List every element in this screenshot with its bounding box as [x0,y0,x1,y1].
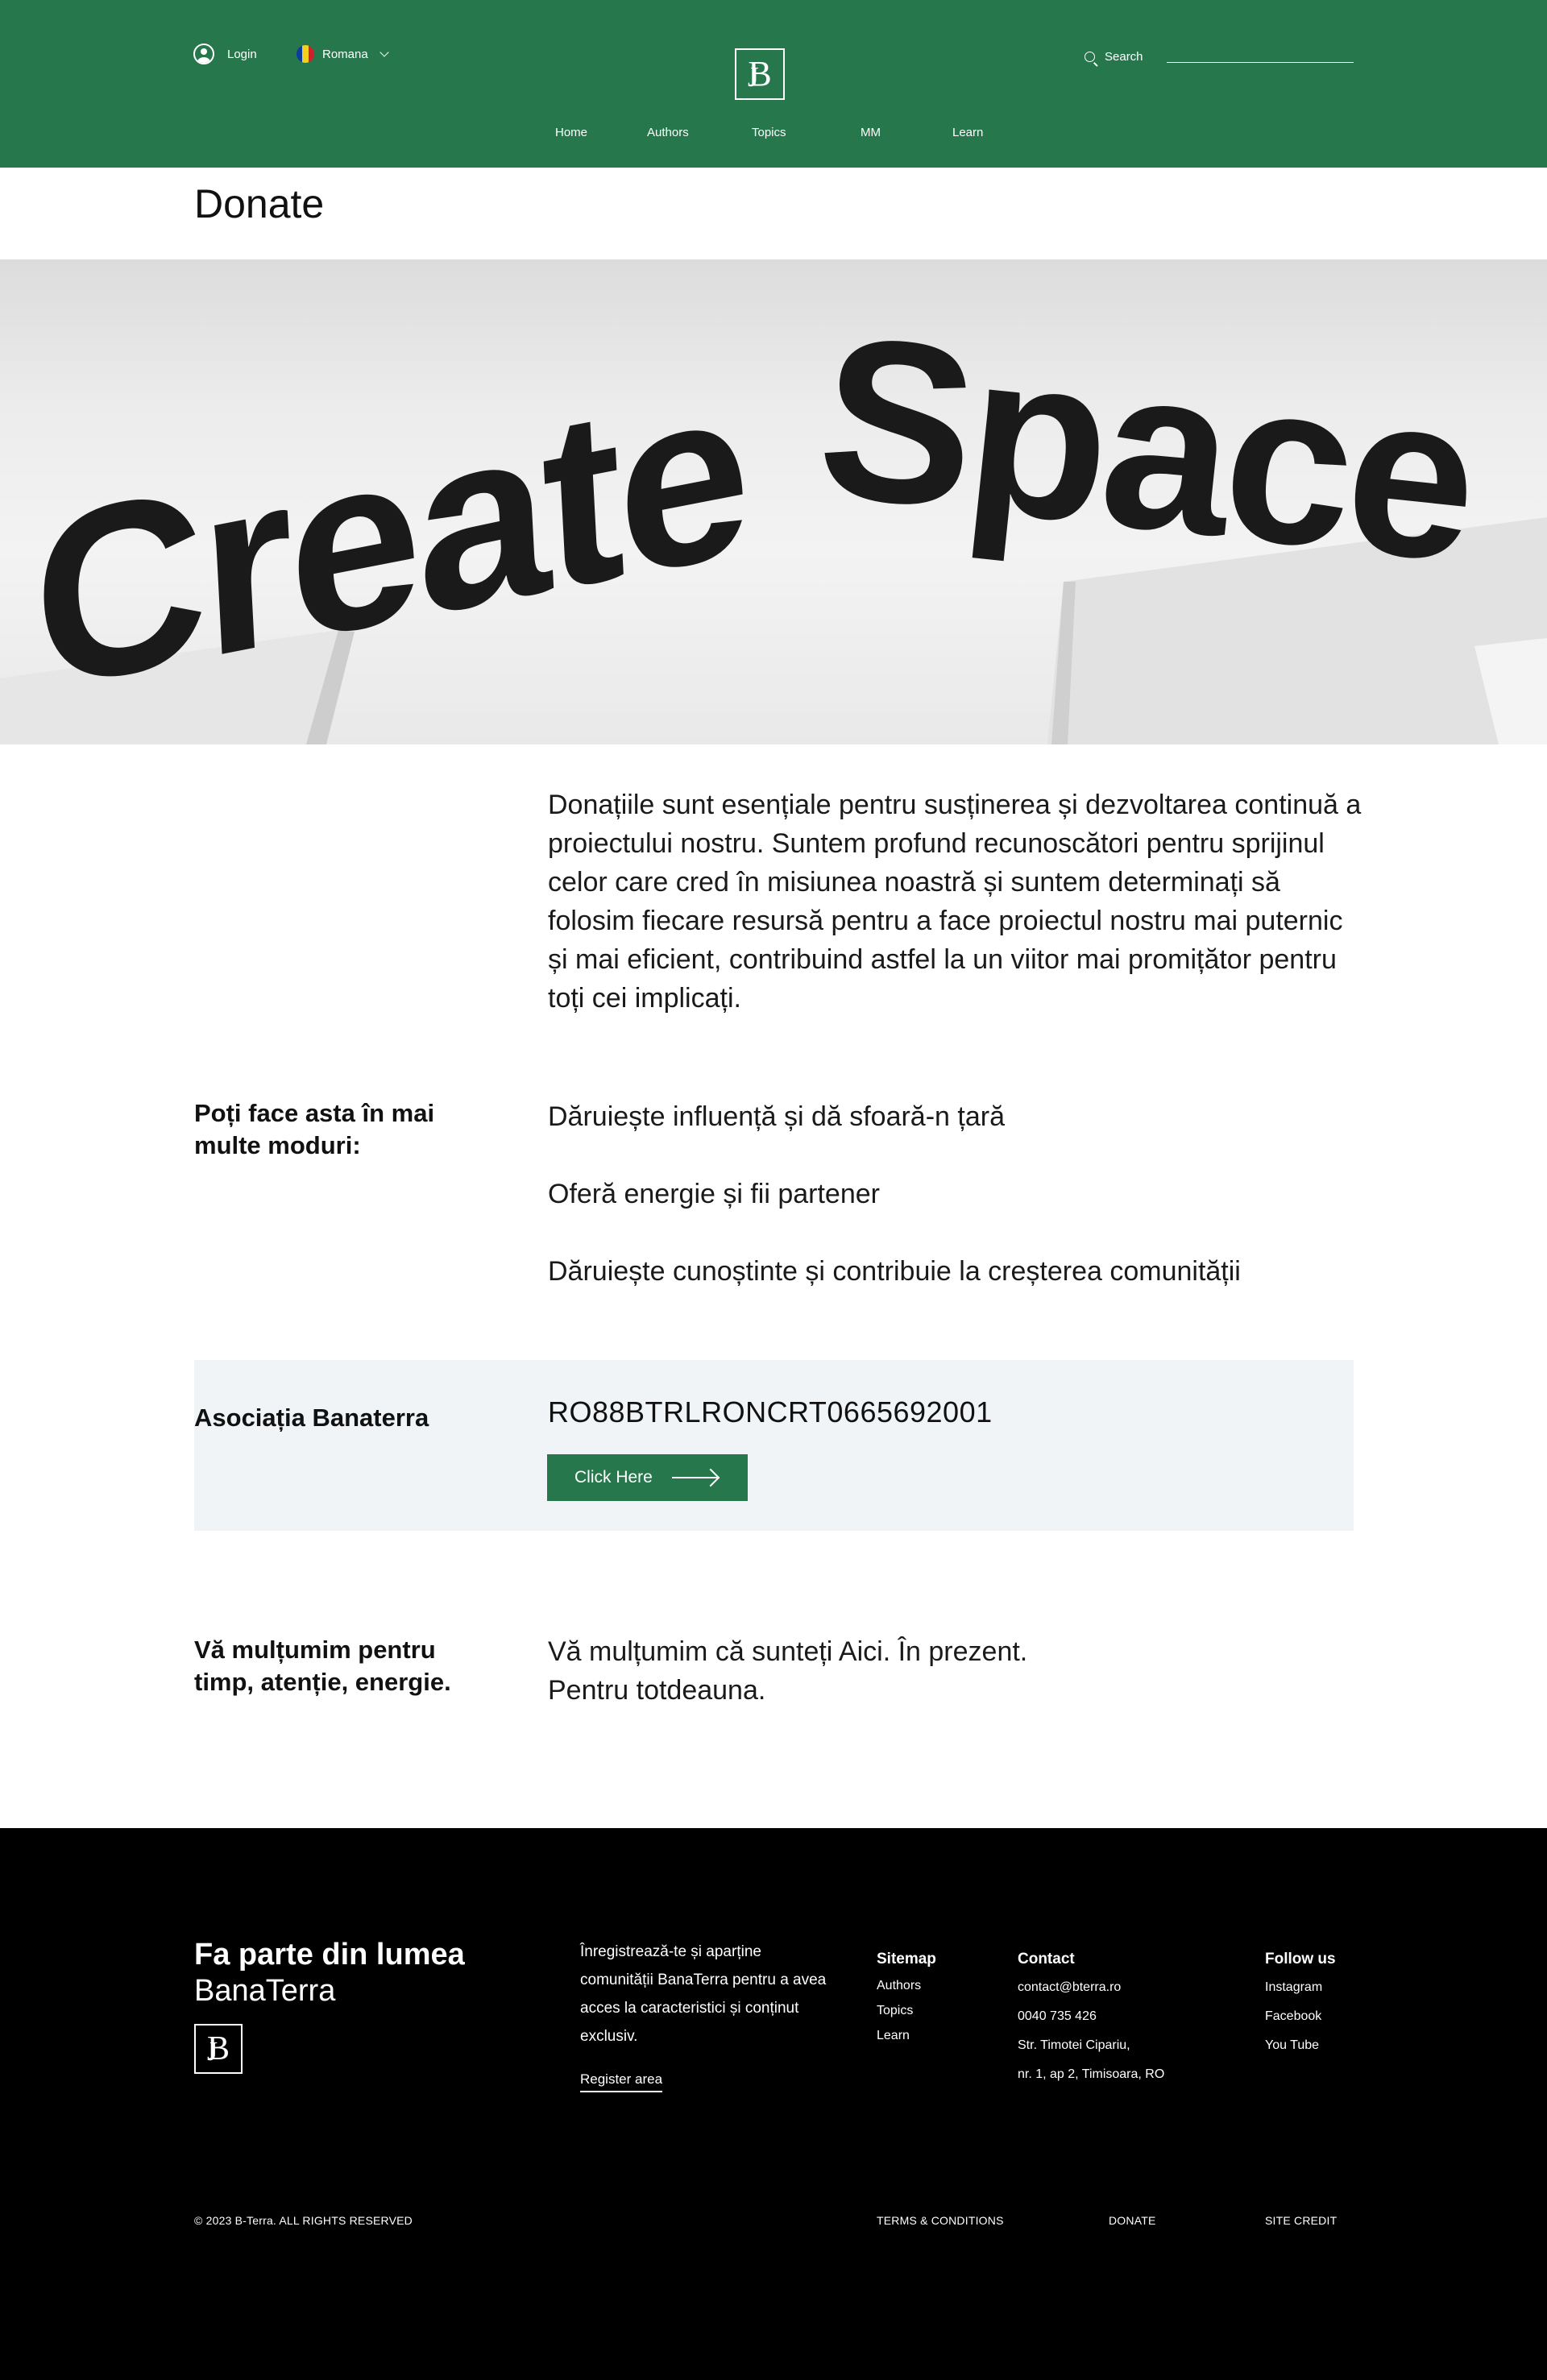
click-here-label: Click Here [574,1468,653,1486]
site-logo[interactable]: B J [735,48,785,100]
contact-address-line-2: nr. 1, ap 2, Timisoara, RO [1018,2067,1165,2081]
ways-list: Dăruiește influență și dă sfoară-n țară … [548,1097,1370,1329]
hero-illustration: Create Space [0,287,1547,744]
footer-sitemap: Sitemap Authors Topics Learn [877,1946,936,2048]
nav-item-topics[interactable]: Topics [752,126,786,139]
donate-link[interactable]: DONATE [1109,2214,1156,2227]
contact-phone[interactable]: 0040 735 426 [1018,2002,1164,2031]
ways-item: Oferă energie și fii partener [548,1179,880,1209]
follow-link-facebook[interactable]: Facebook [1265,2002,1336,2031]
follow-link-youtube[interactable]: You Tube [1265,2031,1336,2060]
login-label: Login [227,47,257,61]
footer-follow: Follow us Instagram Facebook You Tube [1265,1946,1336,2060]
language-selector[interactable]: Romana [297,45,389,63]
contact-heading: Contact [1018,1951,1075,1967]
footer-register-text: Înregistrează-te și aparține comunității… [580,1943,827,2045]
arrow-right-icon [671,1477,717,1478]
search-label: Search [1105,50,1143,64]
site-header: Login Romana B J Search Home Authors Top… [0,0,1547,168]
romania-flag-icon [297,45,314,63]
nav-item-learn[interactable]: Learn [952,126,983,139]
sitemap-link-authors[interactable]: Authors [877,1973,936,1998]
click-here-button[interactable]: Click Here [547,1454,748,1501]
contact-email[interactable]: contact@bterra.ro [1018,1973,1164,2002]
follow-link-instagram[interactable]: Instagram [1265,1973,1336,2002]
sitemap-link-topics[interactable]: Topics [877,1998,936,2023]
language-label: Romana [322,47,368,61]
search-icon [1085,52,1095,62]
thanks-label: Vă mulțumim pentru timp, atenție, energi… [194,1636,451,1696]
terms-link[interactable]: TERMS & CONDITIONS [877,2214,1004,2227]
copyright: © 2023 B-Terra. ALL RIGHTS RESERVED [194,2214,413,2227]
register-area-link[interactable]: Register area [580,2071,663,2092]
footer-contact: Contact contact@bterra.ro 0040 735 426 S… [1018,1946,1164,2089]
footer-logo[interactable]: B J [194,2024,243,2074]
ways-item: Dăruiește cunoștinte și contribuie la cr… [548,1256,1241,1287]
bank-details-box: Asociația Banaterra RO88BTRLRONCRT066569… [194,1360,1354,1531]
search-input-underline[interactable] [1167,62,1354,63]
sitemap-heading: Sitemap [877,1951,936,1967]
ways-label: Poți face asta în mai multe moduri: [194,1099,435,1159]
ways-item: Dăruiește influență și dă sfoară-n țară [548,1101,1005,1132]
iban-value: RO88BTRLRONCRT0665692001 [548,1395,993,1428]
hero-word-space: Space [808,287,1484,611]
follow-heading: Follow us [1265,1951,1336,1967]
site-credit-link[interactable]: SITE CREDIT [1265,2214,1337,2227]
thanks-line-1: Vă mulțumim că sunteți Aici. În prezent. [548,1636,1028,1667]
thanks-line-2: Pentru totdeauna. [548,1675,766,1706]
user-icon [193,44,214,64]
chevron-down-icon [379,48,389,57]
nav-item-authors[interactable]: Authors [647,126,689,139]
page-title: Donate [194,181,325,226]
contact-address-line-1: Str. Timotei Cipariu, [1018,2038,1130,2052]
footer-subheadline: BanaTerra [194,1974,336,2008]
nav-item-mm[interactable]: MM [861,126,881,139]
hero-image: Create Space [0,259,1547,744]
hero-word-create: Create [27,331,752,741]
intro-paragraph: Donațiile sunt esențiale pentru susținer… [548,790,1362,1014]
search-box[interactable]: Search [1085,50,1143,64]
bank-account-name: Asociația Banaterra [194,1404,429,1432]
thanks-text: Vă mulțumim că sunteți Aici. În prezent.… [548,1632,1273,1710]
nav-item-home[interactable]: Home [555,126,587,139]
sitemap-link-learn[interactable]: Learn [877,2023,936,2048]
footer-headline: Fa parte din lumea [194,1938,465,1972]
site-footer: Fa parte din lumea BanaTerra B J Înregis… [0,1828,1547,2380]
login-link[interactable]: Login [193,44,257,64]
main-nav: Home Authors Topics MM Learn [0,126,1547,142]
